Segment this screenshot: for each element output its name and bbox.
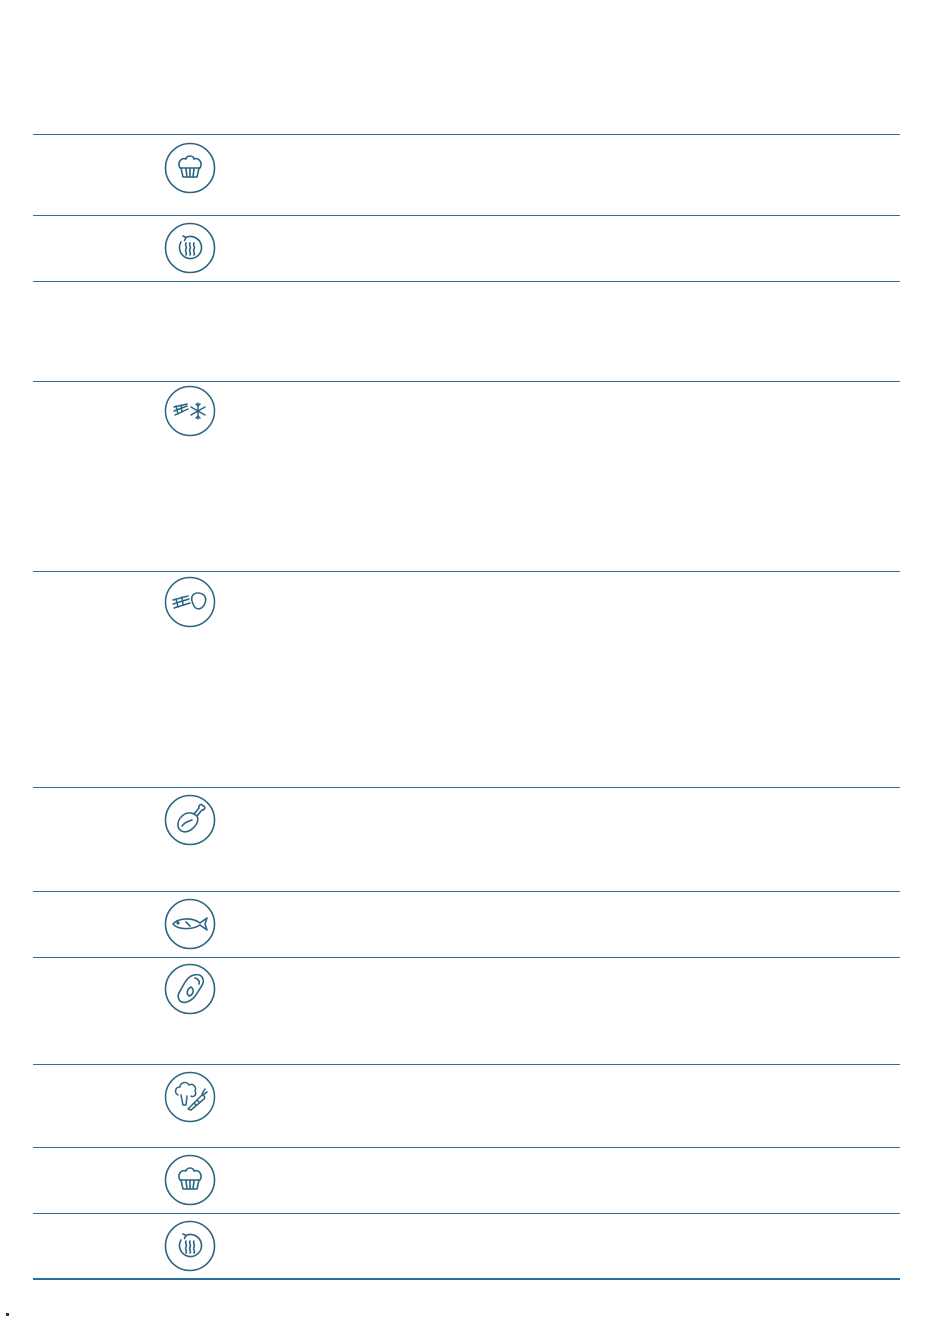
vegetables-meat-icon xyxy=(164,576,216,628)
row-divider xyxy=(33,1147,900,1148)
steam-cycle-icon xyxy=(164,222,216,274)
table-bottom-rule xyxy=(33,1278,900,1280)
frozen-vegetables-icon xyxy=(164,385,216,437)
page-corner-mark xyxy=(6,1313,9,1316)
row-divider xyxy=(33,1213,900,1214)
meat-steak-icon xyxy=(164,963,216,1015)
fish-icon xyxy=(164,898,216,950)
table-top-rule xyxy=(33,134,900,135)
poultry-leg-icon xyxy=(164,794,216,846)
broccoli-carrot-icon xyxy=(164,1071,216,1123)
row-divider xyxy=(33,1064,900,1065)
row-divider xyxy=(33,215,900,216)
row-divider xyxy=(33,281,900,282)
row-divider xyxy=(33,891,900,892)
manual-page xyxy=(0,0,933,1324)
muffin-icon xyxy=(164,1154,216,1206)
row-divider xyxy=(33,787,900,788)
row-divider xyxy=(33,381,900,382)
muffin-icon xyxy=(164,142,216,194)
steam-cycle-icon xyxy=(164,1220,216,1272)
row-divider xyxy=(33,571,900,572)
row-divider xyxy=(33,957,900,958)
